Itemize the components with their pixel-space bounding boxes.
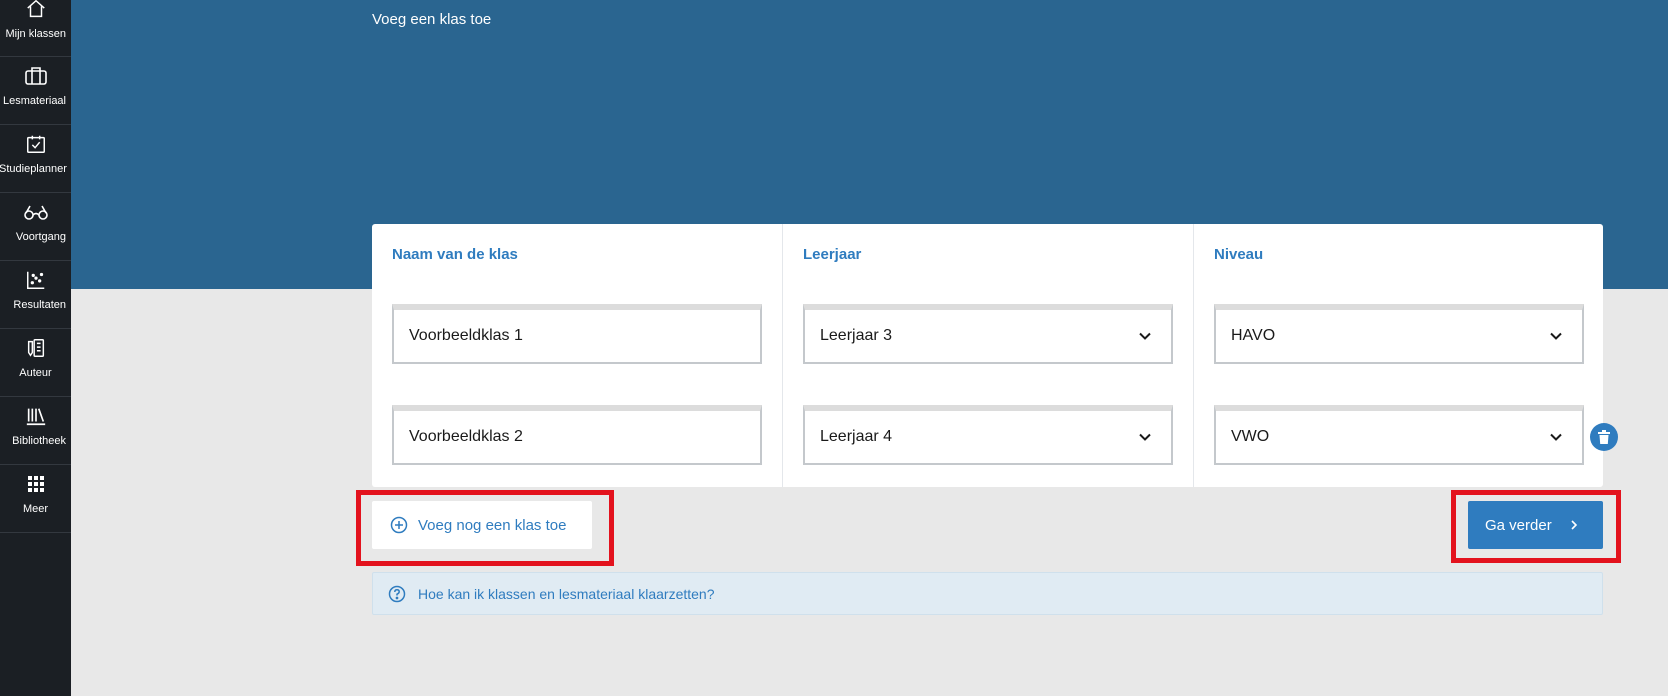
chevron-down-icon bbox=[1550, 332, 1562, 340]
home-icon bbox=[23, 0, 49, 22]
sidebar-item-mijn-klassen[interactable]: Mijn klassen bbox=[0, 0, 71, 57]
highlight-box bbox=[1451, 490, 1621, 563]
sidebar-item-label: Bibliotheek bbox=[12, 435, 66, 447]
highlight-box bbox=[356, 490, 614, 566]
sidebar-item-resultaten[interactable]: Resultaten bbox=[0, 261, 71, 329]
grid-icon bbox=[23, 471, 49, 497]
briefcase-icon bbox=[23, 63, 49, 89]
chevron-down-icon bbox=[1550, 433, 1562, 441]
sidebar-item-lesmateriaal[interactable]: Lesmateriaal bbox=[0, 57, 71, 125]
class-name-column: Naam van de klas Voorbeeldklas 1 Voorbee… bbox=[372, 224, 782, 487]
class-name-header: Naam van de klas bbox=[392, 246, 518, 263]
sidebar-item-label: Lesmateriaal bbox=[3, 95, 66, 107]
trash-icon bbox=[1598, 430, 1610, 444]
author-icon bbox=[23, 335, 49, 361]
year-value: Leerjaar 4 bbox=[820, 428, 893, 445]
glasses-icon bbox=[23, 199, 49, 225]
class-name-input[interactable]: Voorbeeldklas 1 bbox=[392, 304, 762, 364]
class-name-value: Voorbeeldklas 2 bbox=[409, 428, 523, 445]
help-link[interactable]: Hoe kan ik klassen en lesmateriaal klaar… bbox=[372, 572, 1603, 615]
year-select[interactable]: Leerjaar 3 bbox=[803, 304, 1173, 364]
class-name-input[interactable]: Voorbeeldklas 2 bbox=[392, 405, 762, 465]
sidebar-item-label: Meer bbox=[22, 503, 49, 515]
sidebar-item-label: Voortgang bbox=[15, 231, 66, 243]
scatter-chart-icon bbox=[23, 267, 49, 293]
level-value: VWO bbox=[1231, 428, 1270, 445]
class-form-card: Naam van de klas Voorbeeldklas 1 Voorbee… bbox=[372, 224, 1603, 487]
chevron-down-icon bbox=[1139, 332, 1151, 340]
calendar-check-icon bbox=[23, 131, 49, 157]
library-icon bbox=[23, 403, 49, 429]
delete-row-button[interactable] bbox=[1590, 423, 1618, 451]
sidebar: Mijn klassen Lesmateriaal Studieplanner … bbox=[0, 0, 71, 696]
sidebar-item-label: Mijn klassen bbox=[5, 28, 66, 40]
level-select[interactable]: HAVO bbox=[1214, 304, 1584, 364]
level-header: Niveau bbox=[1214, 246, 1264, 263]
sidebar-item-label: Resultaten bbox=[13, 299, 66, 311]
sidebar-item-auteur[interactable]: Auteur bbox=[0, 329, 71, 397]
year-value: Leerjaar 3 bbox=[820, 327, 893, 344]
class-name-value: Voorbeeldklas 1 bbox=[409, 327, 523, 344]
page-title: Voeg een klas toe bbox=[372, 11, 492, 28]
year-header: Leerjaar bbox=[803, 246, 862, 263]
question-circle-icon bbox=[388, 585, 406, 602]
sidebar-item-label: Auteur bbox=[19, 367, 52, 379]
sidebar-item-studieplanner[interactable]: Studieplanner bbox=[0, 125, 71, 193]
level-column: Niveau HAVO VWO bbox=[1193, 224, 1603, 487]
level-select[interactable]: VWO bbox=[1214, 405, 1584, 465]
level-value: HAVO bbox=[1231, 327, 1276, 344]
sidebar-item-label: Studieplanner bbox=[0, 163, 67, 175]
year-column: Leerjaar Leerjaar 3 Leerjaar 4 bbox=[782, 224, 1193, 487]
help-text: Hoe kan ik klassen en lesmateriaal klaar… bbox=[418, 585, 715, 602]
chevron-down-icon bbox=[1139, 433, 1151, 441]
sidebar-item-voortgang[interactable]: Voortgang bbox=[0, 193, 71, 261]
sidebar-item-bibliotheek[interactable]: Bibliotheek bbox=[0, 397, 71, 465]
year-select[interactable]: Leerjaar 4 bbox=[803, 405, 1173, 465]
sidebar-item-meer[interactable]: Meer bbox=[0, 465, 71, 533]
